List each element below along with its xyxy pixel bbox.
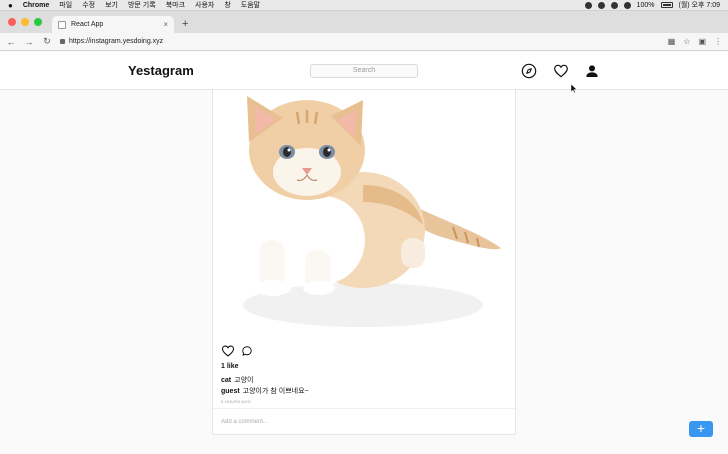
extension-icon[interactable]: ▣ <box>698 37 706 46</box>
menu-app-name[interactable]: Chrome <box>23 0 49 11</box>
back-icon[interactable]: ← <box>6 37 16 47</box>
minimize-window-icon[interactable] <box>21 18 29 26</box>
menu-item-help[interactable]: 도움말 <box>241 0 260 11</box>
search-input[interactable]: Search <box>310 64 418 78</box>
app-logo[interactable]: Yestagram <box>128 63 194 78</box>
browser-tab[interactable]: React App × <box>52 16 174 33</box>
status-icon[interactable] <box>597 1 605 9</box>
menu-item-bookmarks[interactable]: 북마크 <box>166 0 185 11</box>
caption-text: 고양이 <box>234 377 254 384</box>
heart-icon[interactable] <box>553 63 569 79</box>
window-controls <box>0 18 50 33</box>
forward-icon[interactable]: → <box>24 37 34 47</box>
browser-tab-strip: React App × + <box>0 11 728 33</box>
clock[interactable]: (월) 오후 7:09 <box>679 0 721 11</box>
add-comment-input[interactable] <box>221 417 501 427</box>
add-post-button[interactable]: + <box>689 421 713 437</box>
post-card: 1 like cat 고양이 guest 고양이가 참 이쁘네요~ 5 HOURS … <box>212 90 516 435</box>
app-header: Yestagram Search <box>0 52 728 90</box>
like-count: 1 like <box>221 363 239 370</box>
mac-menu-bar: ● Chrome 파일 수정 보기 방문 기록 북마크 사용자 창 도움말 10… <box>0 0 728 11</box>
menu-item-edit[interactable]: 수정 <box>82 0 95 11</box>
new-tab-button[interactable]: + <box>174 18 196 33</box>
lock-icon <box>60 39 65 44</box>
menu-item-window[interactable]: 창 <box>224 0 230 11</box>
battery-icon[interactable] <box>660 2 673 8</box>
url-text: https://instagram.yesdoing.xyz <box>69 38 164 45</box>
comment-item: guest 고양이가 참 이쁘네요~ <box>221 386 309 396</box>
reload-icon[interactable]: ↻ <box>42 36 52 47</box>
caption: cat 고양이 <box>221 375 253 385</box>
menu-item-view[interactable]: 보기 <box>105 0 118 11</box>
menu-item-file[interactable]: 파일 <box>59 0 72 11</box>
apple-menu-icon[interactable]: ● <box>8 0 13 11</box>
comment-text: 고양이가 참 이쁘네요~ <box>242 388 309 395</box>
browser-actions: ▦ ☆ ▣ ⋮ <box>668 37 722 46</box>
messages-icon[interactable] <box>610 1 618 9</box>
address-bar: ← → ↻ https://instagram.yesdoing.xyz ▦ ☆… <box>0 33 728 51</box>
more-menu-icon[interactable]: ⋮ <box>714 37 722 46</box>
bookmark-star-icon[interactable]: ☆ <box>683 37 690 46</box>
add-comment-area <box>213 408 515 434</box>
url-field[interactable]: https://instagram.yesdoing.xyz <box>60 38 163 45</box>
tab-title: React App <box>71 21 104 28</box>
menu-extras: 100% (월) 오후 7:09 <box>584 0 721 11</box>
mouse-cursor-icon <box>571 84 577 93</box>
caption-username[interactable]: cat <box>221 377 231 384</box>
dropbox-icon[interactable] <box>584 1 592 9</box>
post-actions <box>221 344 253 358</box>
post-timestamp: 5 HOURS AGO <box>221 399 251 404</box>
wifi-icon[interactable] <box>623 1 631 9</box>
compass-icon[interactable] <box>521 63 537 79</box>
close-window-icon[interactable] <box>8 18 16 26</box>
like-heart-icon[interactable] <box>221 344 235 358</box>
favicon-icon <box>58 20 66 29</box>
battery-percent: 100% <box>636 1 655 9</box>
menu-item-people[interactable]: 사용자 <box>195 0 214 11</box>
tab-close-icon[interactable]: × <box>163 20 168 29</box>
person-icon[interactable] <box>584 63 600 79</box>
comment-bubble-icon[interactable] <box>241 345 253 357</box>
maximize-window-icon[interactable] <box>34 18 42 26</box>
menu-item-history[interactable]: 방문 기록 <box>128 0 156 11</box>
translate-icon[interactable]: ▦ <box>668 37 676 46</box>
post-photo[interactable] <box>213 90 515 338</box>
comment-username[interactable]: guest <box>221 388 240 395</box>
